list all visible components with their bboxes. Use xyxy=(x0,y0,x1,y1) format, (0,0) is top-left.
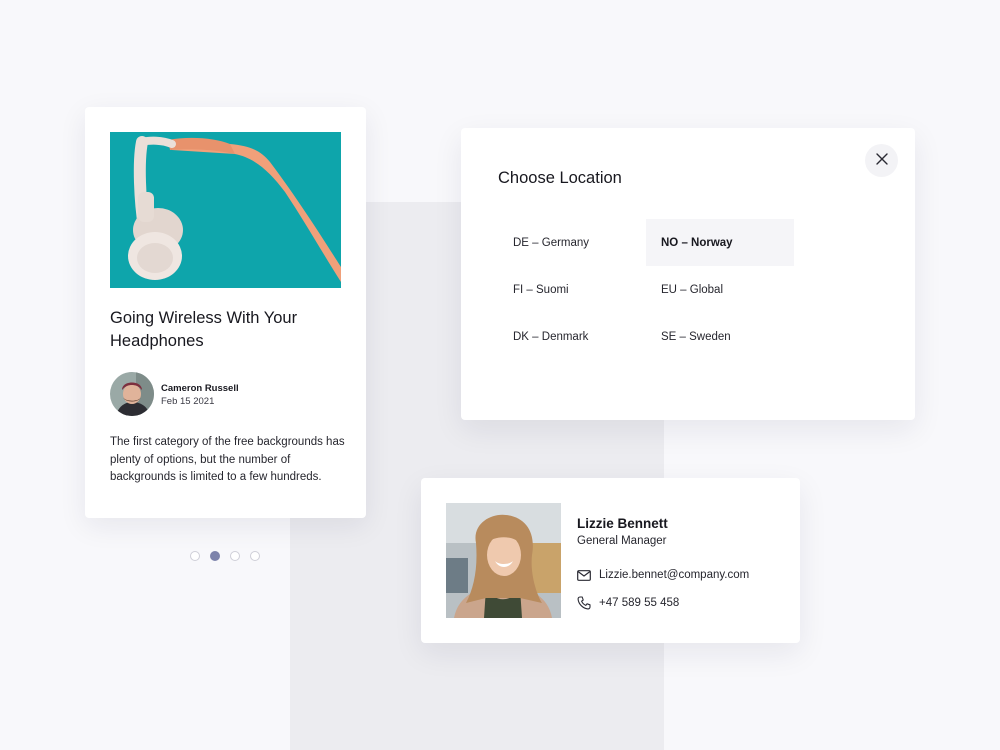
article-card[interactable]: Going Wireless With Your Headphones Came… xyxy=(85,107,366,518)
phone-icon xyxy=(577,596,591,610)
close-icon xyxy=(875,152,888,170)
mail-icon xyxy=(577,569,591,581)
location-option-de[interactable]: DE – Germany xyxy=(498,219,646,266)
contact-email-row[interactable]: Lizzie.bennet@company.com xyxy=(577,569,749,581)
pager-dot[interactable] xyxy=(250,551,260,561)
article-excerpt: The first category of the free backgroun… xyxy=(110,436,345,484)
author-avatar xyxy=(110,372,154,416)
contact-card: Lizzie Bennett General Manager Lizzie.be… xyxy=(421,478,800,643)
contact-name: Lizzie Bennett xyxy=(577,516,668,531)
pager-dot[interactable] xyxy=(190,551,200,561)
author-name[interactable]: Cameron Russell xyxy=(161,383,239,394)
choose-location-modal: Choose Location DE – Germany NO – Norway… xyxy=(461,128,915,420)
location-option-eu[interactable]: EU – Global xyxy=(646,266,794,313)
contact-role: General Manager xyxy=(577,535,667,547)
pager-dot[interactable] xyxy=(230,551,240,561)
location-option-fi[interactable]: FI – Suomi xyxy=(498,266,646,313)
location-option-dk[interactable]: DK – Denmark xyxy=(498,313,646,360)
carousel-pager xyxy=(190,551,260,561)
article-date: Feb 15 2021 xyxy=(161,396,215,407)
contact-email[interactable]: Lizzie.bennet@company.com xyxy=(599,569,749,581)
article-image xyxy=(110,132,341,288)
location-option-no[interactable]: NO – Norway xyxy=(646,219,794,266)
pager-dot-active[interactable] xyxy=(210,551,220,561)
location-option-se[interactable]: SE – Sweden xyxy=(646,313,794,360)
contact-photo xyxy=(446,503,561,618)
contact-phone[interactable]: +47 589 55 458 xyxy=(599,597,679,609)
contact-phone-row[interactable]: +47 589 55 458 xyxy=(577,596,679,610)
modal-title: Choose Location xyxy=(498,169,622,187)
article-title[interactable]: Going Wireless With Your Headphones xyxy=(110,307,341,353)
close-button[interactable] xyxy=(865,144,898,177)
